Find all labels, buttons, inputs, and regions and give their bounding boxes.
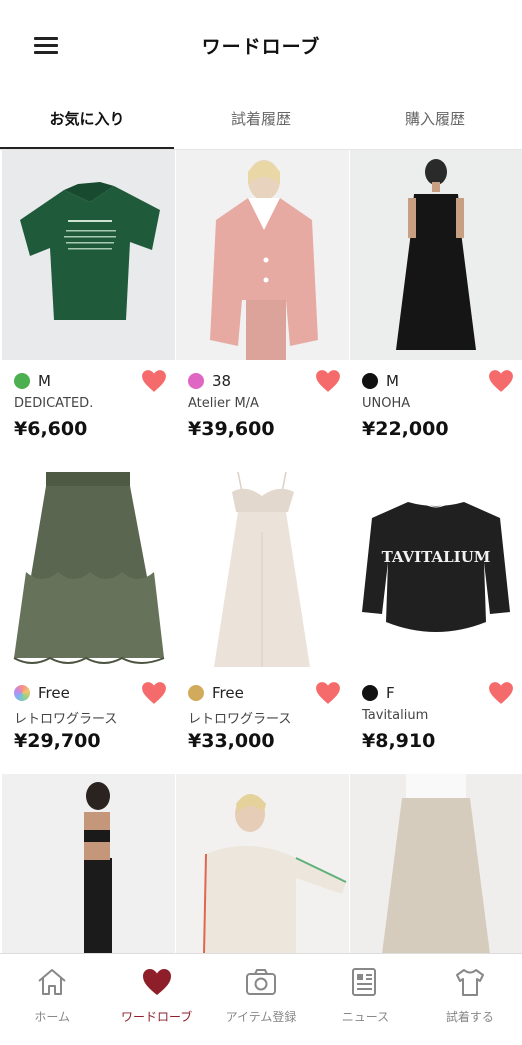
size-label: Free <box>38 684 70 702</box>
product-image <box>350 774 522 954</box>
product-grid: M DEDICATED. ¥6,600 38 Atelier M/A ¥39,6… <box>2 150 522 774</box>
favorite-heart-icon[interactable] <box>315 369 341 393</box>
nav-home[interactable]: ホーム <box>0 954 104 1045</box>
app-header: ワードローブ <box>0 0 522 92</box>
product-card[interactable]: M UNOHA ¥22,000 <box>350 150 522 462</box>
product-image <box>176 150 349 360</box>
bottom-navigation: ホーム ワードローブ アイテム登録 ニュース 試着する <box>0 953 522 1045</box>
color-dot <box>362 685 378 701</box>
product-card[interactable]: 38 Atelier M/A ¥39,600 <box>176 150 349 462</box>
newspaper-icon <box>352 968 377 996</box>
nav-add-item[interactable]: アイテム登録 <box>209 954 313 1045</box>
tavitalium-logo-text: TAVITALIUM <box>382 548 491 566</box>
brand-name: Atelier M/A <box>188 396 259 411</box>
favorite-heart-icon[interactable] <box>488 369 514 393</box>
product-image <box>176 462 349 672</box>
price: ¥22,000 <box>362 418 449 440</box>
camera-icon <box>246 969 277 995</box>
color-dot <box>14 685 30 701</box>
product-image <box>176 774 349 954</box>
price: ¥33,000 <box>188 730 275 752</box>
favorite-heart-icon[interactable] <box>488 681 514 705</box>
product-image <box>2 462 175 672</box>
product-card[interactable] <box>2 774 175 954</box>
color-dot <box>362 373 378 389</box>
color-dot <box>14 373 30 389</box>
color-dot <box>188 373 204 389</box>
product-card[interactable] <box>350 774 522 954</box>
price: ¥6,600 <box>14 418 88 440</box>
tab-try-on-history[interactable]: 試着履歴 <box>174 92 348 150</box>
price: ¥8,910 <box>362 730 436 752</box>
product-image: TAVITALIUM <box>350 462 522 672</box>
product-card[interactable]: M DEDICATED. ¥6,600 <box>2 150 175 462</box>
size-label: Free <box>212 684 244 702</box>
size-label: M <box>386 372 399 390</box>
brand-name: レトロワグラース <box>14 712 118 727</box>
product-image <box>350 150 522 360</box>
size-label: M <box>38 372 51 390</box>
brand-name: レトロワグラース <box>188 712 292 727</box>
product-card[interactable]: TAVITALIUM F Tavitalium ¥8,910 <box>350 462 522 774</box>
product-image <box>2 150 175 360</box>
nav-news[interactable]: ニュース <box>313 954 417 1045</box>
nav-label: ニュース <box>341 1010 390 1024</box>
price: ¥39,600 <box>188 418 275 440</box>
nav-label: ホーム <box>34 1010 71 1024</box>
color-dot <box>188 685 204 701</box>
price: ¥29,700 <box>14 730 101 752</box>
nav-try-on[interactable]: 試着する <box>418 954 522 1045</box>
nav-label: 試着する <box>445 1010 494 1024</box>
size-label: F <box>386 684 395 702</box>
tab-bar: お気に入り 試着履歴 購入履歴 <box>0 92 522 150</box>
product-card[interactable] <box>176 774 349 954</box>
favorite-heart-icon[interactable] <box>141 369 167 393</box>
nav-label: アイテム登録 <box>225 1010 297 1024</box>
nav-wardrobe[interactable]: ワードローブ <box>104 954 208 1045</box>
product-card[interactable]: Free レトロワグラース ¥33,000 <box>176 462 349 774</box>
tab-purchase-history[interactable]: 購入履歴 <box>348 92 522 150</box>
page-title: ワードローブ <box>201 36 321 58</box>
heart-icon <box>142 969 171 995</box>
favorite-heart-icon[interactable] <box>315 681 341 705</box>
product-card[interactable]: Free レトロワグラース ¥29,700 <box>2 462 175 774</box>
size-label: 38 <box>212 372 232 390</box>
tshirt-icon <box>455 969 484 996</box>
nav-label: ワードローブ <box>120 1010 193 1024</box>
product-grid-row-3 <box>2 774 522 954</box>
home-icon <box>38 969 66 995</box>
product-image <box>2 774 175 954</box>
brand-name: Tavitalium <box>362 708 429 723</box>
tab-favorites[interactable]: お気に入り <box>0 92 174 150</box>
favorite-heart-icon[interactable] <box>141 681 167 705</box>
brand-name: UNOHA <box>362 396 411 411</box>
brand-name: DEDICATED. <box>14 396 94 411</box>
